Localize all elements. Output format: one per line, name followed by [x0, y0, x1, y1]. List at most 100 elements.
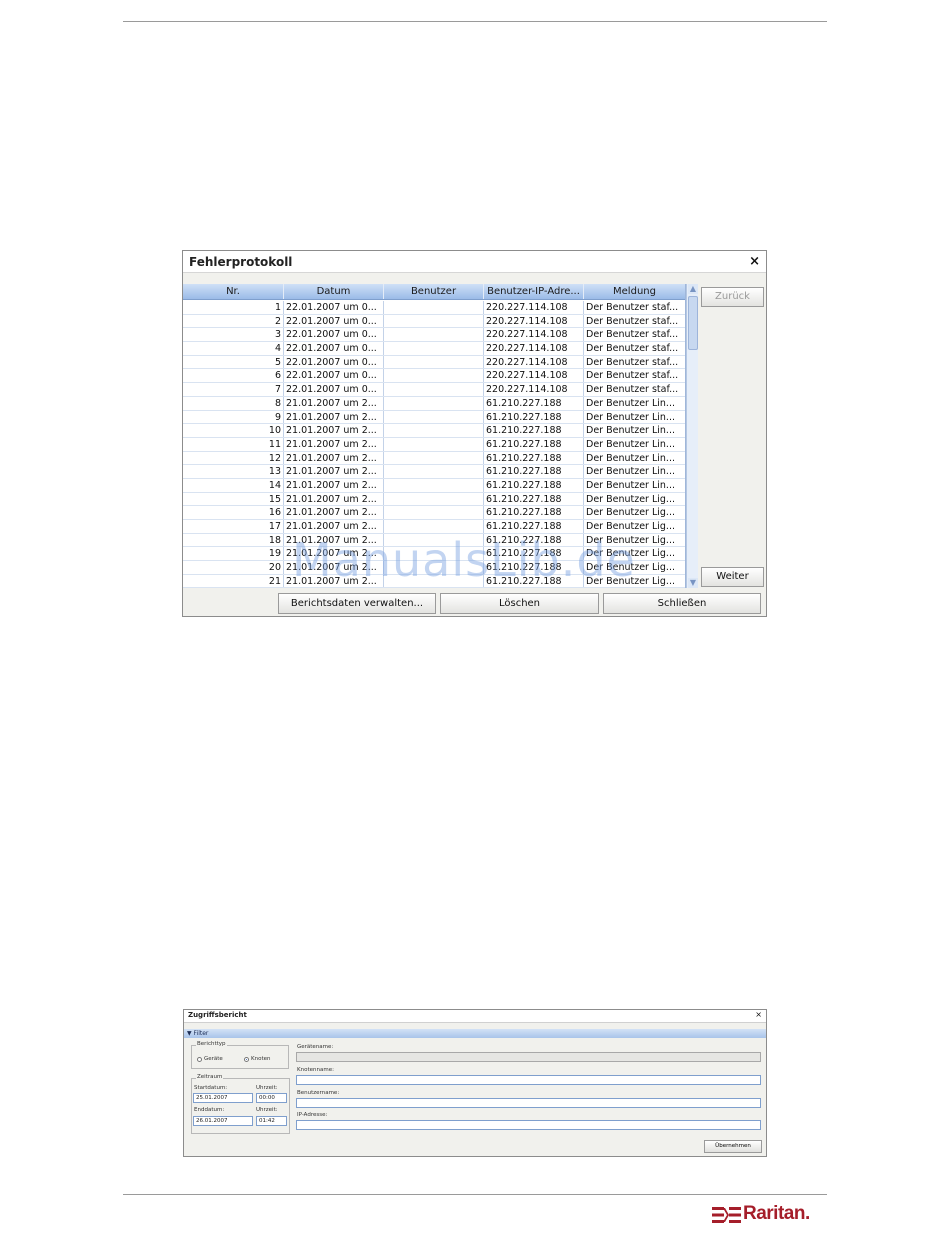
error-log-table: Nr. Datum Benutzer Benutzer-IP-Adre... M… [183, 284, 686, 588]
raritan-logo-mark-icon [712, 1207, 741, 1223]
filter-section-header[interactable]: ▼ Filter [184, 1029, 766, 1038]
cell-user [384, 561, 484, 574]
cell-nr: 4 [183, 342, 284, 355]
cell-user [384, 410, 484, 424]
table-row[interactable]: 7 22.01.2007 um 0... 220.227.114.108 Der Be… [183, 383, 685, 397]
scrollbar-thumb[interactable] [688, 296, 698, 350]
device-name-field[interactable] [296, 1052, 761, 1062]
cell-message: Der Benutzer Lig... [584, 534, 685, 547]
manage-report-data-button[interactable]: Berichtsdaten verwalten... [278, 593, 436, 614]
end-time-field[interactable]: 01:42 [256, 1116, 287, 1126]
table-row[interactable]: 16 21.01.2007 um 2... 61.210.227.188 Der Be… [183, 506, 685, 520]
cell-date: 21.01.2007 um 2... [284, 478, 384, 492]
cell-nr: 10 [183, 424, 284, 437]
ip-address-label: IP-Adresse: [297, 1112, 328, 1118]
ip-address-field[interactable] [296, 1120, 761, 1130]
table-row[interactable]: 11 21.01.2007 um 2... 61.210.227.188 Der Be… [183, 437, 685, 452]
cell-nr: 21 [183, 574, 284, 588]
cell-date: 22.01.2007 um 0... [284, 301, 384, 314]
column-header-user[interactable]: Benutzer [384, 284, 484, 299]
cell-message: Der Benutzer Lig... [584, 506, 685, 519]
cell-date: 21.01.2007 um 2... [284, 396, 384, 410]
column-header-user-ip[interactable]: Benutzer-IP-Adre... [484, 284, 584, 299]
cell-date: 21.01.2007 um 2... [284, 561, 384, 574]
cell-date: 21.01.2007 um 2... [284, 547, 384, 561]
cell-user [384, 547, 484, 561]
cell-message: Der Benutzer Lin... [584, 479, 685, 492]
table-row[interactable]: 13 21.01.2007 um 2... 61.210.227.188 Der Be… [183, 465, 685, 479]
apply-button[interactable]: Übernehmen [704, 1140, 762, 1153]
cell-nr: 14 [183, 478, 284, 492]
close-button[interactable]: Schließen [603, 593, 761, 614]
column-header-message[interactable]: Meldung [584, 284, 685, 299]
error-log-dialog: Fehlerprotokoll × Nr. Datum Benutzer Ben… [182, 250, 767, 617]
cell-user [384, 301, 484, 314]
cell-nr: 11 [183, 437, 284, 451]
table-row[interactable]: 3 22.01.2007 um 0... 220.227.114.108 Der Be… [183, 328, 685, 343]
table-row[interactable]: 21 21.01.2007 um 2... 61.210.227.188 Der Be… [183, 574, 685, 588]
next-button[interactable]: Weiter [701, 567, 764, 587]
table-row[interactable]: 18 21.01.2007 um 2... 61.210.227.188 Der Be… [183, 533, 685, 548]
radio-nodes[interactable] [244, 1057, 249, 1062]
cell-date: 21.01.2007 um 2... [284, 451, 384, 465]
cell-nr: 17 [183, 520, 284, 533]
table-row[interactable]: 10 21.01.2007 um 2... 61.210.227.188 Der Be… [183, 424, 685, 438]
table-scrollbar[interactable]: ▲ ▼ [686, 284, 698, 588]
cell-date: 21.01.2007 um 2... [284, 410, 384, 424]
scroll-up-icon[interactable]: ▲ [688, 284, 698, 294]
column-header-date[interactable]: Datum [284, 284, 384, 299]
table-row[interactable]: 4 22.01.2007 um 0... 220.227.114.108 Der Be… [183, 342, 685, 356]
close-icon[interactable]: × [749, 254, 760, 269]
table-row[interactable]: 2 22.01.2007 um 0... 220.227.114.108 Der Be… [183, 314, 685, 329]
cell-date: 22.01.2007 um 0... [284, 328, 384, 342]
cell-user-ip: 61.210.227.188 [484, 547, 584, 561]
table-row[interactable]: 14 21.01.2007 um 2... 61.210.227.188 Der Be… [183, 478, 685, 493]
cell-message: Der Benutzer staf... [584, 369, 685, 382]
table-row[interactable]: 15 21.01.2007 um 2... 61.210.227.188 Der Be… [183, 492, 685, 507]
table-row[interactable]: 20 21.01.2007 um 2... 61.210.227.188 Der Be… [183, 561, 685, 575]
cell-message: Der Benutzer Lig... [584, 493, 685, 506]
cell-nr: 5 [183, 355, 284, 369]
table-row[interactable]: 6 22.01.2007 um 0... 220.227.114.108 Der Be… [183, 369, 685, 384]
close-icon[interactable]: × [755, 1010, 762, 1019]
user-name-field[interactable] [296, 1098, 761, 1108]
cell-nr: 18 [183, 533, 284, 547]
access-report-dialog: Zugriffsbericht × ▼ Filter Berichttyp Ge… [183, 1009, 767, 1157]
back-button[interactable]: Zurück [701, 287, 764, 307]
table-row[interactable]: 8 21.01.2007 um 2... 61.210.227.188 Der Ben… [183, 396, 685, 411]
table-row[interactable]: 9 21.01.2007 um 2... 61.210.227.188 Der Ben… [183, 410, 685, 425]
table-row[interactable]: 1 22.01.2007 um 0... 220.227.114.108 Der Be… [183, 301, 685, 315]
cell-nr: 19 [183, 547, 284, 561]
cell-user-ip: 220.227.114.108 [484, 355, 584, 369]
cell-message: Der Benutzer Lin... [584, 465, 685, 478]
start-date-field[interactable]: 25.01.2007 [193, 1093, 253, 1103]
raritan-logo: Raritan. [712, 1203, 824, 1227]
scroll-down-icon[interactable]: ▼ [688, 578, 698, 588]
end-date-label: Enddatum: [194, 1107, 225, 1113]
cell-message: Der Benutzer Lin... [584, 424, 685, 437]
cell-user [384, 424, 484, 437]
radio-devices[interactable] [197, 1057, 202, 1062]
cell-date: 21.01.2007 um 2... [284, 520, 384, 533]
cell-user-ip: 61.210.227.188 [484, 492, 584, 506]
node-name-field[interactable] [296, 1075, 761, 1085]
table-row[interactable]: 12 21.01.2007 um 2... 61.210.227.188 Der Be… [183, 451, 685, 466]
column-header-nr[interactable]: Nr. [183, 284, 284, 299]
cell-user-ip: 61.210.227.188 [484, 396, 584, 410]
cell-message: Der Benutzer Lig... [584, 547, 685, 560]
cell-message: Der Benutzer staf... [584, 356, 685, 369]
table-row[interactable]: 19 21.01.2007 um 2... 61.210.227.188 Der Be… [183, 547, 685, 562]
cell-message: Der Benutzer Lin... [584, 411, 685, 424]
end-date-field[interactable]: 26.01.2007 [193, 1116, 253, 1126]
table-row[interactable]: 5 22.01.2007 um 0... 220.227.114.108 Der Be… [183, 355, 685, 370]
cell-nr: 3 [183, 328, 284, 342]
start-time-field[interactable]: 00:00 [256, 1093, 287, 1103]
table-row[interactable]: 17 21.01.2007 um 2... 61.210.227.188 Der Be… [183, 520, 685, 534]
cell-user-ip: 61.210.227.188 [484, 561, 584, 574]
delete-button[interactable]: Löschen [440, 593, 599, 614]
cell-user-ip: 220.227.114.108 [484, 342, 584, 355]
cell-date: 22.01.2007 um 0... [284, 369, 384, 383]
page-footer-rule [123, 1194, 827, 1195]
dialog-title: Fehlerprotokoll [189, 255, 293, 269]
cell-message: Der Benutzer staf... [584, 328, 685, 341]
